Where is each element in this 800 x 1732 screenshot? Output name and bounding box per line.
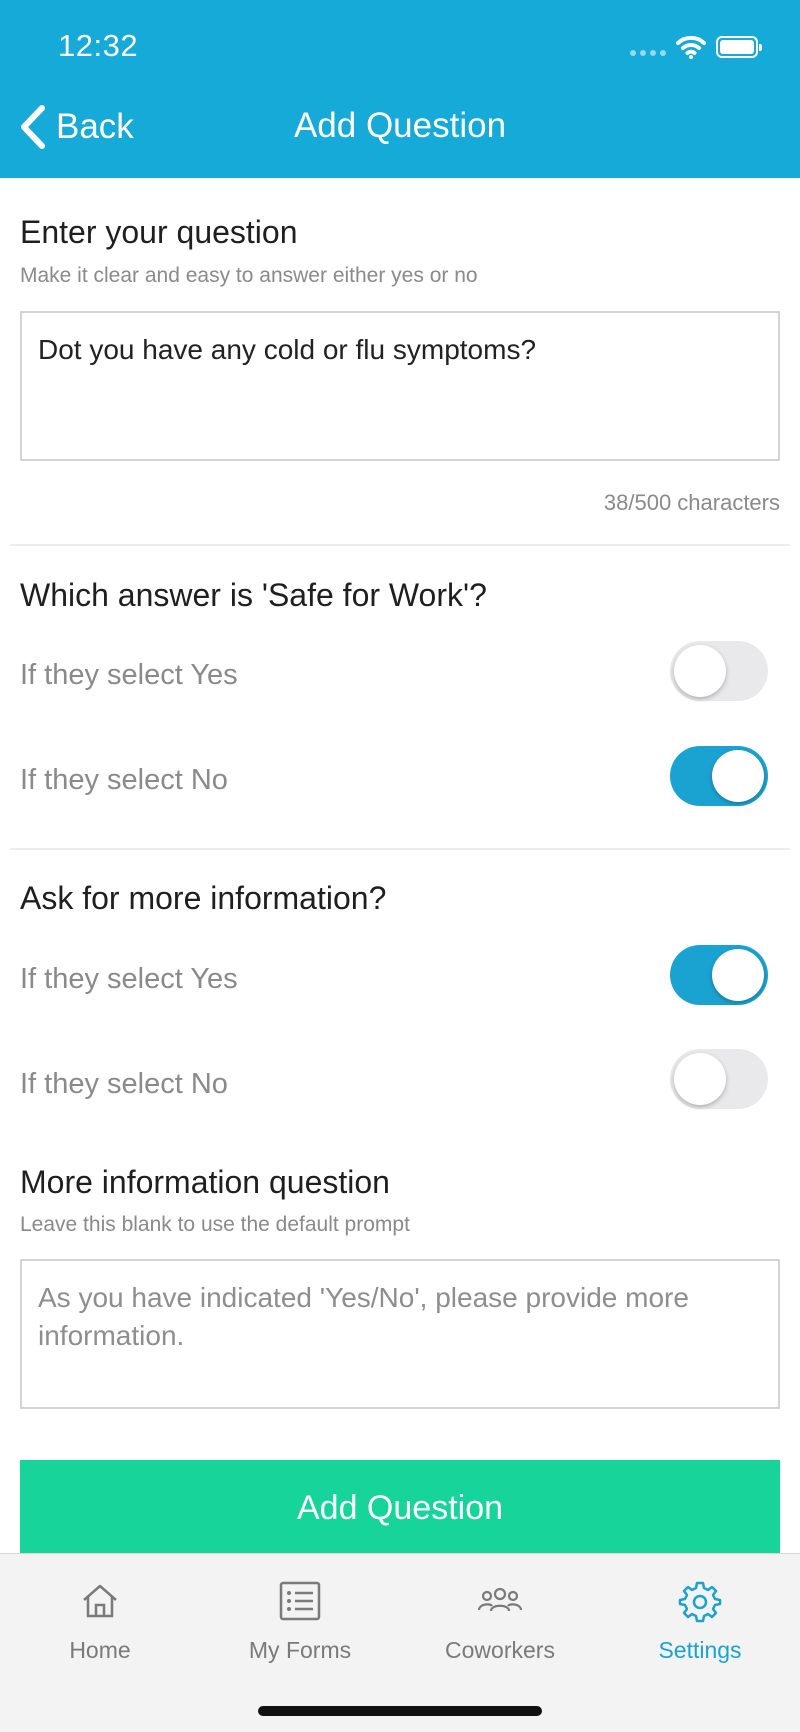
tab-home[interactable]: Home xyxy=(0,1579,200,1689)
list-icon xyxy=(279,1581,321,1621)
more-info-question-title: More information question xyxy=(20,1164,390,1200)
battery-icon xyxy=(716,36,762,58)
tab-home-label: Home xyxy=(69,1637,131,1663)
divider xyxy=(10,544,790,546)
nav-header: 12:32 Back Add Question xyxy=(0,0,800,178)
question-section-title: Enter your question xyxy=(20,214,298,250)
cellular-signal-icon xyxy=(630,50,666,56)
page-title: Add Question xyxy=(293,106,507,145)
gear-icon xyxy=(678,1581,722,1623)
question-helper-text: Make it clear and easy to answer either … xyxy=(20,264,478,287)
tab-settings-label: Settings xyxy=(658,1637,742,1663)
more-info-title: Ask for more information? xyxy=(20,880,387,916)
safe-for-work-title: Which answer is 'Safe for Work'? xyxy=(20,577,487,613)
tab-coworkers[interactable]: Coworkers xyxy=(400,1579,600,1689)
divider xyxy=(10,848,790,850)
toggle-knob xyxy=(712,949,764,1001)
home-icon xyxy=(83,1584,117,1618)
more-info-yes-toggle[interactable] xyxy=(670,945,768,1005)
toggle-knob xyxy=(674,1053,726,1105)
toggle-knob xyxy=(674,645,726,697)
question-input[interactable]: Dot you have any cold or flu symptoms? xyxy=(20,311,780,461)
more-info-no-toggle[interactable] xyxy=(670,1049,768,1109)
tab-my-forms[interactable]: My Forms xyxy=(200,1579,400,1689)
tab-coworkers-label: Coworkers xyxy=(445,1637,555,1663)
more-info-no-label: If they select No xyxy=(20,1068,228,1100)
tab-my-forms-label: My Forms xyxy=(248,1637,352,1663)
more-info-yes-label: If they select Yes xyxy=(20,963,238,995)
add-question-button[interactable]: Add Question xyxy=(20,1460,780,1556)
more-info-question-input[interactable]: As you have indicated 'Yes/No', please p… xyxy=(20,1259,780,1409)
toggle-knob xyxy=(712,750,764,802)
tab-settings[interactable]: Settings xyxy=(600,1579,800,1689)
safe-yes-label: If they select Yes xyxy=(20,659,238,691)
character-counter: 38/500 characters xyxy=(603,490,780,515)
safe-yes-toggle[interactable] xyxy=(670,641,768,701)
safe-no-label: If they select No xyxy=(20,764,228,796)
people-icon xyxy=(478,1587,522,1612)
home-indicator xyxy=(258,1706,542,1716)
wifi-icon xyxy=(676,35,706,59)
status-time: 12:32 xyxy=(58,28,139,63)
more-info-question-helper: Leave this blank to use the default prom… xyxy=(20,1213,410,1236)
safe-no-toggle[interactable] xyxy=(670,746,768,806)
